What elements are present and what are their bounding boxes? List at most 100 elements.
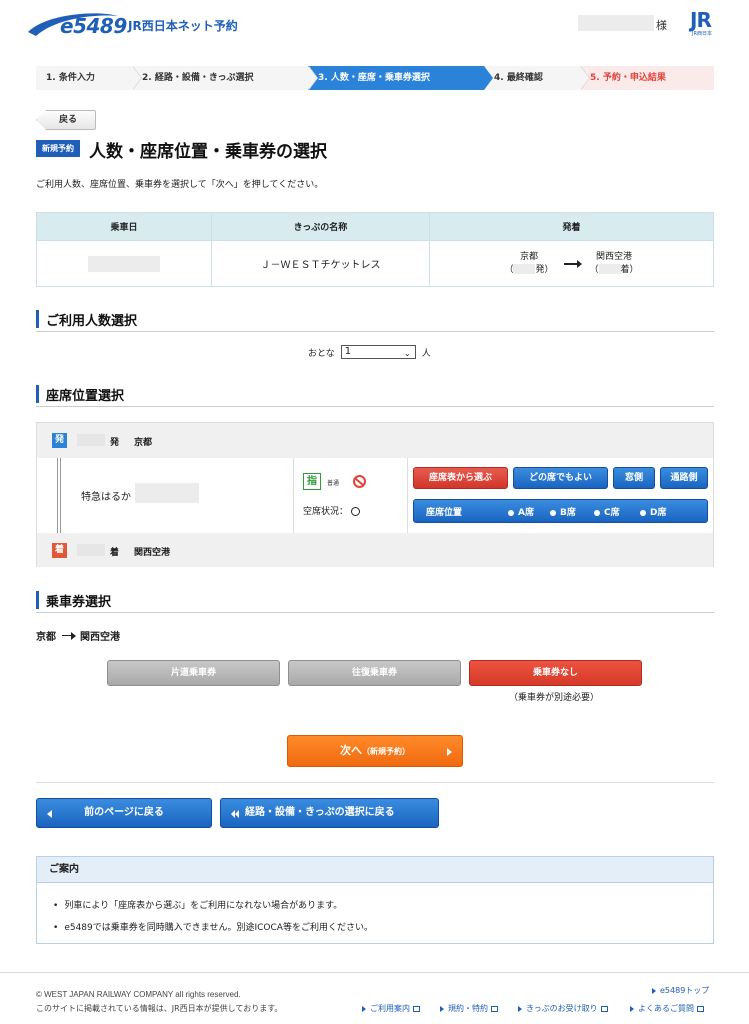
ticket-route: 京都 関西空港 <box>36 628 120 643</box>
reserved-seat-icon: 指 <box>303 473 321 490</box>
faq-link[interactable]: よくあるご質問 <box>630 1003 704 1014</box>
any-seat-button[interactable]: どの席でもよい <box>513 467 608 489</box>
people-unit: 人 <box>421 348 431 359</box>
adult-count-select[interactable]: 1 ⌄ <box>340 345 416 359</box>
route-to: 関西空港 <box>80 632 120 643</box>
step-label: 4. 最終確認 <box>494 73 543 83</box>
arrow-right-icon <box>563 259 582 268</box>
ticket-pickup-link[interactable]: きっぷのお受け取り <box>518 1003 608 1014</box>
terms-link[interactable]: 規約・特約 <box>440 1003 498 1014</box>
seat-option-d[interactable]: D席 <box>640 505 666 518</box>
guide-item: 列車により「座席表から選ぶ」をご利用になれない場合があります。 <box>53 895 713 917</box>
external-link-icon <box>600 1005 608 1012</box>
page-title: 人数・座席位置・乗車券の選択 <box>89 142 327 162</box>
link-label: きっぷのお受け取り <box>526 1004 598 1013</box>
chevron-right-icon <box>447 748 452 756</box>
chevron-left-icon <box>47 810 52 818</box>
radio-icon <box>550 509 556 516</box>
new-reservation-badge: 新規予約 <box>36 140 80 157</box>
header: e5489 JR西日本ネット予約 様 JR JR西日本 <box>0 0 749 48</box>
seat-section-heading: 座席位置選択 <box>36 383 714 407</box>
seat-map-button[interactable]: 座席表から選ぶ <box>413 467 508 489</box>
departure-badge: 発 <box>52 433 67 448</box>
triangle-right-icon <box>362 1005 366 1012</box>
people-selector: おとな 1 ⌄ 人 <box>308 345 431 359</box>
link-label: e5489トップ <box>660 986 710 995</box>
dep-suffix: 発） <box>535 264 554 275</box>
no-ticket-button[interactable]: 乗車券なし <box>469 660 642 686</box>
e5489-logo[interactable]: e5489 <box>60 14 127 38</box>
route-cell: 京都 （ 発） 関西空港 （ 着） <box>429 240 714 287</box>
one-way-ticket-button[interactable]: 片道乗車券 <box>107 660 280 686</box>
header-route: 発着 <box>429 212 714 241</box>
step-label: 5. 予約・申込結果 <box>590 73 666 83</box>
dep-suffix: 発 <box>110 438 120 448</box>
next-sub-label: （新規予約） <box>362 747 410 756</box>
paren: （ <box>504 264 514 275</box>
seat-option-label: D席 <box>650 508 667 518</box>
step-label: 1. 条件入力 <box>46 73 95 83</box>
back-button[interactable]: 戻る <box>36 110 96 130</box>
step-1: 1. 条件入力 <box>36 66 142 90</box>
external-link-icon <box>491 1005 498 1012</box>
seat-option-label: C席 <box>604 508 620 518</box>
external-link-icon <box>413 1005 420 1012</box>
copyright: © WEST JAPAN RAILWAY COMPANY all rights … <box>36 990 241 999</box>
step-4: 4. 最終確認 <box>484 66 590 90</box>
seat-selection-panel: 発 発 京都 特急はるか 指 普通 空席状況： 座席表から選ぶ どの席でもよい … <box>36 422 714 567</box>
no-smoking-icon <box>353 475 366 488</box>
arrow-right-icon <box>62 632 76 639</box>
usage-guide-link[interactable]: ご利用案内 <box>362 1003 420 1014</box>
honorific: 様 <box>656 19 667 32</box>
divider <box>36 782 714 783</box>
arr-time-redacted <box>598 264 621 274</box>
jr-west-logo: JR JR西日本 <box>690 8 722 38</box>
next-button[interactable]: 次へ（新規予約） <box>287 735 463 767</box>
radio-icon <box>508 509 514 516</box>
vacancy-label: 空席状況： <box>303 507 349 517</box>
departure-row: 発 発 京都 <box>37 423 713 458</box>
aisle-seat-button[interactable]: 通路側 <box>660 467 708 489</box>
guide-heading: ご案内 <box>37 857 713 883</box>
guide-item: e5489では乗車券を同時購入できません。別途ICOCA等をご利用ください。 <box>53 917 713 939</box>
step-3-active: 3. 人数・座席・乗車券選択 <box>308 66 493 90</box>
seat-option-a[interactable]: A席 <box>508 505 534 518</box>
jr-logo-text: JR <box>690 8 712 32</box>
seat-option-c[interactable]: C席 <box>594 505 620 518</box>
car-type: 普通 <box>327 480 340 487</box>
chevron-down-icon: ⌄ <box>404 349 411 358</box>
link-label: 規約・特約 <box>448 1004 488 1013</box>
back-to-route-button[interactable]: 経路・設備・きっぷの選択に戻る <box>220 798 439 828</box>
departure-info: 京都 （ 発） <box>504 251 553 277</box>
header-date: 乗車日 <box>36 212 212 241</box>
seat-position-label: 座席位置 <box>426 508 463 518</box>
prev-page-button[interactable]: 前のページに戻る <box>36 798 212 828</box>
prev-page-label: 前のページに戻る <box>84 807 164 818</box>
ticket-section-heading: 乗車券選択 <box>36 589 714 613</box>
arrival-station: 関西空港 <box>596 251 633 262</box>
arr-suffix: 着 <box>110 548 120 558</box>
adult-count-value: 1 <box>344 346 352 357</box>
seat-option-b[interactable]: B席 <box>550 505 576 518</box>
triangle-right-icon <box>518 1005 522 1012</box>
step-label: 3. 人数・座席・乗車券選択 <box>318 73 430 83</box>
back-route-label: 経路・設備・きっぷの選択に戻る <box>245 807 395 818</box>
section-title: ご利用人数選択 <box>46 314 138 329</box>
link-label: ご利用案内 <box>370 1004 410 1013</box>
instruction-text: ご利用人数、座席位置、乗車券を選択して「次へ」を押してください。 <box>36 180 324 190</box>
window-seat-button[interactable]: 窓側 <box>613 467 655 489</box>
dep-time-redacted <box>77 434 105 446</box>
train-row: 特急はるか 指 普通 空席状況： 座席表から選ぶ どの席でもよい 窓側 通路側 … <box>37 458 713 533</box>
triangle-right-icon <box>630 1005 634 1012</box>
next-label: 次へ <box>340 744 362 757</box>
radio-icon <box>640 509 646 516</box>
footer: © WEST JAPAN RAILWAY COMPANY all rights … <box>0 972 749 1024</box>
jr-logo-sub: JR西日本 <box>692 31 712 37</box>
departure-station: 京都 <box>519 251 538 262</box>
round-trip-ticket-button[interactable]: 往復乗車券 <box>288 660 461 686</box>
e5489-top-link[interactable]: e5489トップ <box>652 985 709 996</box>
guide-box: ご案内 列車により「座席表から選ぶ」をご利用になれない場合があります。 e548… <box>36 856 714 944</box>
arr-time-redacted <box>77 544 105 556</box>
step-5: 5. 予約・申込結果 <box>580 66 714 90</box>
section-title: 乗車券選択 <box>46 595 112 610</box>
